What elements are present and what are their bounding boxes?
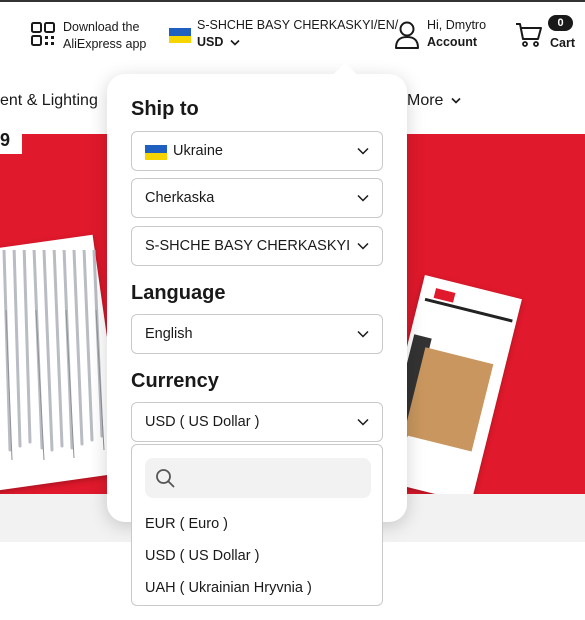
greeting-text: Hi, Dmytro [427,18,487,32]
language-value: English [145,326,193,342]
currency-value: USD ( US Dollar ) [145,414,260,430]
country-select[interactable]: Ukraine [131,131,383,171]
forks-product-image [2,250,105,461]
chevron-down-icon [230,40,240,46]
nav-more-button[interactable]: More [407,92,461,110]
cart-count-badge: 0 [548,15,573,31]
price-fragment: 9 [0,126,22,154]
city-value: S-SHCHE BASY CHERKASKYI [145,238,351,254]
chevron-down-icon [357,418,369,426]
chevron-down-icon [357,147,369,155]
region-value: Cherkaska [145,190,215,206]
account-label: Account [427,35,477,49]
location-selector[interactable]: S-SHCHE BASY CHERKASKYI/EN/ USD [197,17,398,51]
chevron-down-icon [357,194,369,202]
chevron-down-icon [357,242,369,250]
user-icon[interactable] [394,21,420,49]
download-app-link[interactable]: Download the AliExpress app [63,19,146,53]
currency-select[interactable]: USD ( US Dollar ) [131,402,383,442]
qr-code-icon[interactable] [31,22,55,46]
chevron-down-icon [357,330,369,338]
language-select[interactable]: English [131,314,383,354]
product-caption-line [423,297,513,328]
currency-title: Currency [131,370,219,392]
app-line-2: AliExpress app [63,37,147,51]
currency-option-uah[interactable]: UAH ( Ukrainian Hryvnia ) [145,580,312,596]
ukraine-flag-icon [169,28,191,43]
currency-option-usd[interactable]: USD ( US Dollar ) [145,548,259,564]
nav-more-label: More [407,92,444,109]
app-line-1: Download the [63,20,140,34]
search-icon [156,469,175,488]
currency-indicator: USD [197,34,398,51]
ukraine-flag-icon [145,145,167,160]
currency-option-eur[interactable]: EUR ( Euro ) [145,516,228,532]
location-text: S-SHCHE BASY CHERKASKYI/EN/ [197,18,399,32]
city-select[interactable]: S-SHCHE BASY CHERKASKYI [131,226,383,266]
currency-search-box[interactable] [145,458,371,498]
ship-to-title: Ship to [131,98,199,120]
region-select[interactable]: Cherkaska [131,178,383,218]
currency-search-input[interactable] [185,458,365,498]
currency-dropdown-list: EUR ( Euro ) USD ( US Dollar ) UAH ( Ukr… [131,444,383,606]
account-menu[interactable]: Hi, Dmytro Account [427,17,486,51]
chevron-down-icon [451,98,461,104]
language-title: Language [131,282,226,304]
cart-icon[interactable] [515,22,543,48]
cart-label[interactable]: Cart [550,36,575,50]
nav-category-lighting[interactable]: ent & Lighting [0,92,98,110]
country-value: Ukraine [173,143,223,159]
